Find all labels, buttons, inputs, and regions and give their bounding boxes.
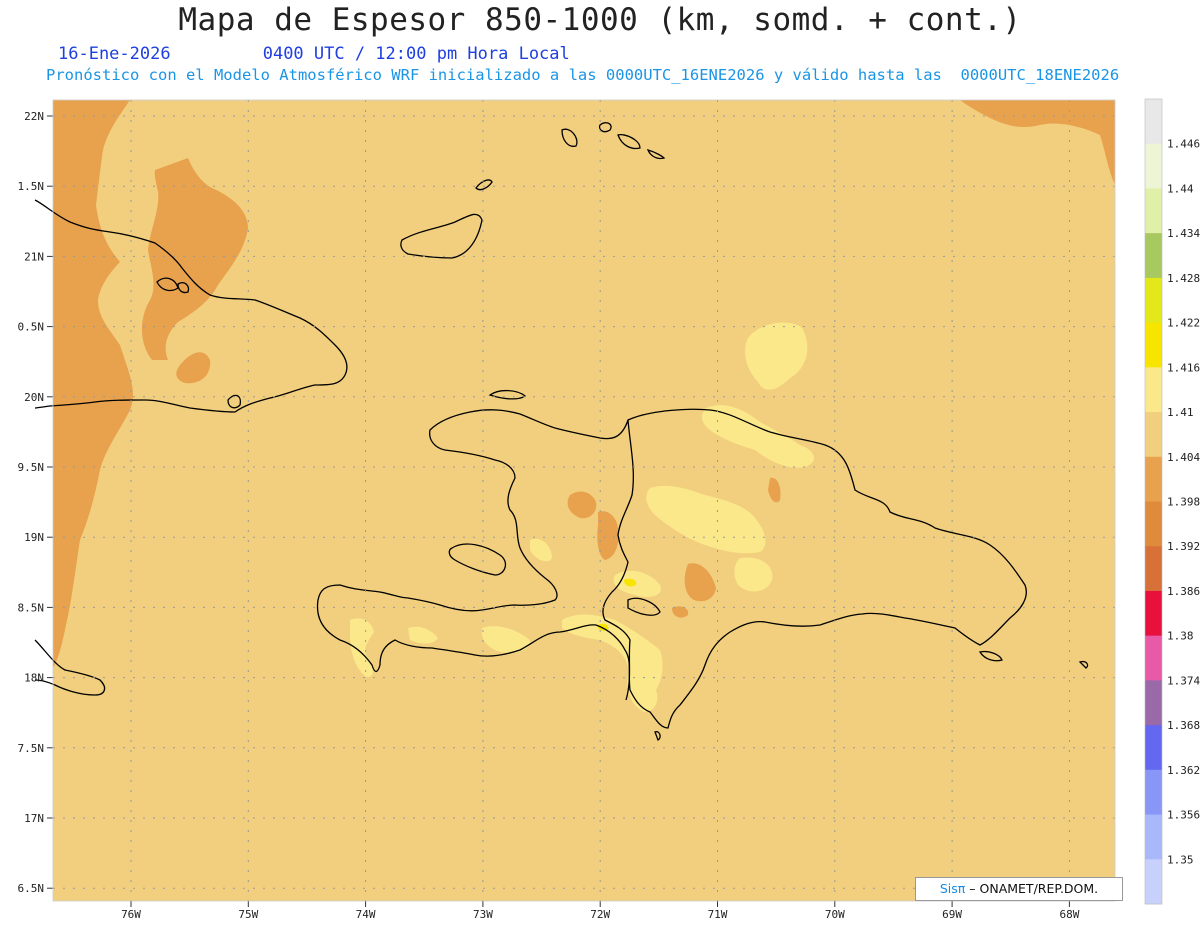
lon-tick-label: 72W [590,908,610,921]
colorbar-swatch [1145,188,1162,234]
lon-tick-label: 69W [942,908,962,921]
colorbar-swatch [1145,367,1162,413]
colorbar-label: 1.374 [1167,674,1200,687]
colorbar-swatch [1145,546,1162,592]
lat-tick-label: 1.5N [18,180,45,193]
colorbar-swatch [1145,725,1162,771]
colorbar-swatch [1145,501,1162,547]
lat-tick-label: 17N [24,812,44,825]
lat-tick-label: 18N [24,672,44,685]
colorbar-swatch [1145,412,1162,458]
lat-tick-label: 9.5N [18,461,45,474]
colorbar-label: 1.422 [1167,317,1200,330]
sis-logo: Sisπ [939,881,966,896]
colorbar-label: 1.368 [1167,719,1200,732]
thickness-map: 22N 1.5N 21N 0.5N 20N 9.5N 19N 8.5N 18N 7.5N 17N 6.… [18,98,1200,921]
lon-tick-label: 74W [356,908,376,921]
lat-tick-label: 8.5N [18,601,45,614]
colorbar-label: 1.386 [1167,585,1200,598]
lat-tick-label: 20N [24,391,44,404]
colorbar-swatch [1145,456,1162,502]
lon-tick-label: 75W [238,908,258,921]
colorbar: 1.446 1.44 1.434 1.428 1.422 1.416 1.41 1.404 1.… [1144,98,1200,905]
colorbar-label: 1.356 [1167,809,1200,822]
lon-tick-label: 76W [121,908,141,921]
colorbar-label: 1.446 [1167,138,1200,151]
colorbar-label: 1.434 [1167,227,1200,240]
colorbar-swatch [1145,769,1162,816]
colorbar-label: 1.392 [1167,540,1200,553]
lat-tick-label: 21N [24,250,44,263]
colorbar-swatch [1145,814,1162,860]
credit-box: Sisπ – ONAMET/REP.DOM. [915,877,1123,901]
colorbar-label: 1.35 [1167,853,1194,866]
colorbar-label: 1.416 [1167,361,1200,374]
colorbar-label: 1.428 [1167,272,1200,285]
lat-tick-label: 22N [24,110,44,123]
lon-tick-label: 68W [1059,908,1079,921]
colorbar-label: 1.398 [1167,496,1200,509]
colorbar-label: 1.44 [1167,182,1194,195]
colorbar-label: 1.41 [1167,406,1194,419]
colorbar-swatch [1145,635,1162,681]
lat-tick-label: 19N [24,531,44,544]
lon-tick-label: 73W [473,908,493,921]
colorbar-swatch [1145,680,1162,726]
lat-tick-label: 7.5N [18,742,45,755]
colorbar-swatch [1145,233,1162,279]
colorbar-label: 1.362 [1167,764,1200,777]
colorbar-label: 1.38 [1167,630,1194,643]
colorbar-swatch [1145,99,1162,145]
colorbar-swatch [1145,590,1162,637]
lon-tick-label: 70W [825,908,845,921]
lon-tick-label: 71W [708,908,728,921]
colorbar-swatch [1145,143,1162,189]
colorbar-swatch [1145,277,1162,324]
colorbar-swatch [1145,322,1162,368]
colorbar-swatch [1145,859,1162,905]
colorbar-label: 1.404 [1167,451,1200,464]
lat-tick-label: 6.5N [18,882,45,895]
credit-text: – ONAMET/REP.DOM. [969,881,1099,896]
lat-tick-label: 0.5N [18,321,45,334]
